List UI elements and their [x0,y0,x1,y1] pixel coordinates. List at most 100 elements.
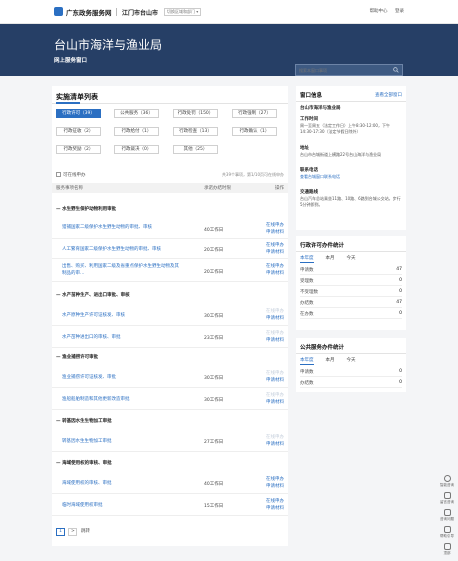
tab-today[interactable]: 今天 [347,256,356,261]
materials-link[interactable]: 申请材料 [266,399,284,406]
item-name-link[interactable]: 转基因水生生物加工审批 [62,438,182,445]
group-title: 水生野生保护动物利用审批 [62,207,117,212]
tab-today[interactable]: 今天 [347,358,356,363]
group-title: 水产苗种生产、进出口审批、审核 [62,293,130,298]
group-header[interactable]: — 海域使用权的审核、审批 [56,460,112,466]
smart-consult-button[interactable]: 智能咨询 [437,474,457,492]
row-divider [52,515,288,516]
tab-category[interactable]: 行政奖励（2） [56,145,101,154]
page-next-button[interactable]: > [68,528,78,536]
apply-online-link[interactable]: 在线申办 [266,434,284,441]
checkbox-icon[interactable] [56,172,61,177]
tab-month[interactable]: 本月 [326,358,335,363]
item-days: 15工作日 [204,504,224,509]
tab-category[interactable]: 行政许可（39） [56,109,101,118]
group-title: 转基因水生生物加工审批 [62,419,112,424]
group-header[interactable]: — 水产苗种生产、进出口审批、审核 [56,292,130,298]
materials-link[interactable]: 申请材料 [266,315,284,322]
group-header[interactable]: — 转基因水生生物加工审批 [56,418,112,424]
tab-category[interactable]: 行政裁决（0） [114,145,159,154]
item-name-link[interactable]: 猎捕国家二级保护水生野生动物的审批、审核 [62,224,182,231]
row-divider [52,347,288,348]
item-ops: 在线申办 申请材料 [266,308,284,322]
top-bar: 广东政务服务网 江门市台山市 切换区域和部门 ▾ 帮助中心 登录 [0,0,458,24]
item-ops: 在线申办 申请材料 [266,498,284,512]
item-ops: 在线申办 申请材料 [266,242,284,256]
address-text: 台山市台城街道上横路22号台山海洋与渔业局 [300,152,382,157]
window-name-text: 台山市海洋与渔业局 [300,106,341,111]
item-days: 23工作日 [204,336,224,341]
phone-link[interactable]: 查看台城窗口联系电话 [300,174,340,179]
tab-category[interactable]: 行政强制（27） [232,109,277,118]
materials-link[interactable]: 申请材料 [266,483,284,490]
materials-link[interactable]: 申请材料 [266,505,284,512]
item-name-link[interactable]: 人工繁育国家二级保护水生野生动物的审批、审核 [62,246,182,253]
divider [296,251,406,252]
materials-link[interactable]: 申请材料 [266,249,284,256]
online-filter-checkbox[interactable]: 可在线申办 [56,172,86,178]
message-consult-button[interactable]: 留言咨询 [437,491,457,509]
apply-online-link[interactable]: 在线申办 [266,242,284,249]
tab-category[interactable]: 行政征收（2） [56,127,101,136]
stat-row: 不受理数 0 [300,286,402,297]
guide-button[interactable]: 帮助引导 [437,525,457,543]
tab-category[interactable]: 行政检查（13） [173,127,218,136]
apply-online-link[interactable]: 在线申办 [266,222,284,229]
materials-link[interactable]: 申请材料 [266,377,284,384]
item-name-link[interactable]: 水产原种生产许可证核发、审核 [62,312,182,319]
back-to-top-button[interactable]: 顶部 [437,542,457,559]
all-windows-link[interactable]: 查看全部窗口 [375,92,402,98]
question-button[interactable]: 咨询问题 [437,508,457,526]
help-center-link[interactable]: 帮助中心 [370,9,388,14]
apply-online-link[interactable]: 在线申办 [266,476,284,483]
search-input[interactable] [299,66,379,74]
phone: 联系电话 查看台城窗口联系电话 [300,168,402,180]
apply-online-link[interactable]: 在线申办 [266,263,284,270]
group-header[interactable]: — 渔业捕捞许可审批 [56,354,98,360]
gd-logo-icon[interactable] [54,7,63,16]
table-row: 海域使用权的审核、审批 40工作日 在线申办 申请材料 [52,472,288,494]
row-divider [52,451,288,452]
tab-category[interactable]: 行政处罚（150） [173,109,218,118]
tab-month[interactable]: 本月 [326,256,335,261]
tab-category[interactable]: 其他（25） [173,145,218,154]
tab-year[interactable]: 本年度 [300,358,314,365]
apply-online-link[interactable]: 在线申办 [266,308,284,315]
page-jump-label[interactable]: 跳转 [81,529,90,534]
group-header[interactable]: — 水生野生保护动物利用审批 [56,206,116,212]
apply-online-link[interactable]: 在线申办 [266,498,284,505]
item-name-link[interactable]: 临时海域使用权审批 [62,502,182,509]
materials-link[interactable]: 申请材料 [266,441,284,448]
window-info-panel: 窗口信息 查看全部窗口 台山市海洋与渔业局 工作时间 周一至周五（法定工作日）上午… [296,86,406,230]
item-name-link[interactable]: 出售、购买、利用国家二级及省重点保护水生野生动物及其制品的审… [62,263,182,277]
search-icon[interactable] [393,67,399,73]
site-name[interactable]: 广东政务服务网 [66,7,112,17]
item-ops: 在线申办 申请材料 [266,434,284,448]
stat-label: 办结数 [300,301,314,306]
apply-online-link[interactable]: 在线申办 [266,392,284,399]
title-underline [56,102,80,104]
col-op-header: 操作 [275,186,284,191]
materials-link[interactable]: 申请材料 [266,337,284,344]
materials-link[interactable]: 申请材料 [266,229,284,236]
login-link[interactable]: 登录 [395,9,404,14]
feedback-icon [443,509,451,516]
item-ops: 在线申办 申请材料 [266,392,284,406]
tab-category[interactable]: 行政确认（1） [232,127,277,136]
apply-online-link[interactable]: 在线申办 [266,330,284,337]
page-number[interactable]: 1 [56,528,65,536]
tab-category[interactable]: 行政给付（1） [114,127,159,136]
item-days: 20工作日 [204,248,224,253]
item-name-link[interactable]: 渔船船舶制造和其他更新改造审批 [62,396,182,403]
item-name-link[interactable]: 渔业捕捞许可证核发、审批 [62,374,182,381]
apply-online-link[interactable]: 在线申办 [266,370,284,377]
tab-category[interactable]: 公共服务（36） [114,109,159,118]
materials-link[interactable]: 申请材料 [266,270,284,277]
item-name-link[interactable]: 海域使用权的审核、审批 [62,480,182,487]
item-name-link[interactable]: 水产苗种进出口的审核、审批 [62,334,182,341]
item-days: 27工作日 [204,440,224,445]
region-switch-button[interactable]: 切换区域和部门 ▾ [164,8,202,16]
window-info-title: 窗口信息 [300,93,323,99]
tab-year[interactable]: 本年度 [300,256,314,263]
col-name-header: 服务事项名称 [56,186,83,191]
